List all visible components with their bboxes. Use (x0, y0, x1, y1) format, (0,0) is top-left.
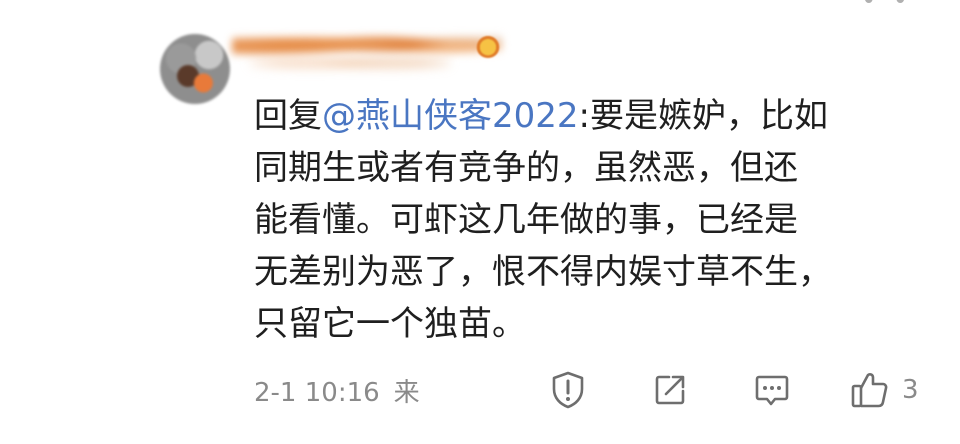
reply-prefix: 回复 (254, 96, 322, 136)
more-options-icon[interactable]: • • (861, 0, 912, 16)
comment-icon (755, 375, 789, 406)
comment-line-1-text: :要是嫉妒，比如 (578, 96, 828, 136)
avatar[interactable] (160, 34, 230, 104)
comment-text: 回复@燕山侠客2022:要是嫉妒，比如 同期生或者有竞争的，虽然恶，但还 能看懂… (254, 90, 934, 350)
thumbs-up-icon (851, 373, 888, 408)
comment-meta: 2-1 10:16 来 (254, 372, 420, 409)
emoji-badge-icon (476, 34, 500, 58)
source-label: 来 (393, 378, 420, 408)
report-shield-icon (552, 371, 584, 409)
reply-button[interactable] (752, 370, 792, 410)
report-button[interactable] (548, 370, 588, 410)
comment-line-2: 同期生或者有竞争的，虽然恶，但还 (254, 148, 798, 188)
comment-line-1: 回复@燕山侠客2022:要是嫉妒，比如 (254, 90, 934, 142)
comment-screen: • • 回复@燕山侠客2022:要是嫉妒，比如 同期生或者有竞争的，虽然恶，但还… (0, 0, 960, 444)
share-icon (655, 375, 685, 405)
share-button[interactable] (650, 370, 690, 410)
username-blur-secondary (250, 50, 450, 76)
comment-line-4: 无差别为恶了，恨不得内娱寸草不生， (254, 252, 832, 292)
comment-line-5: 只留它一个独苗。 (254, 304, 526, 344)
like-count: 3 (902, 375, 919, 405)
like-button[interactable]: 3 (850, 370, 934, 410)
comment-line-3: 能看懂。可虾这几年做的事，已经是 (254, 200, 798, 240)
mention-link[interactable]: @燕山侠客2022 (322, 96, 579, 136)
timestamp: 2-1 10:16 (254, 378, 380, 408)
